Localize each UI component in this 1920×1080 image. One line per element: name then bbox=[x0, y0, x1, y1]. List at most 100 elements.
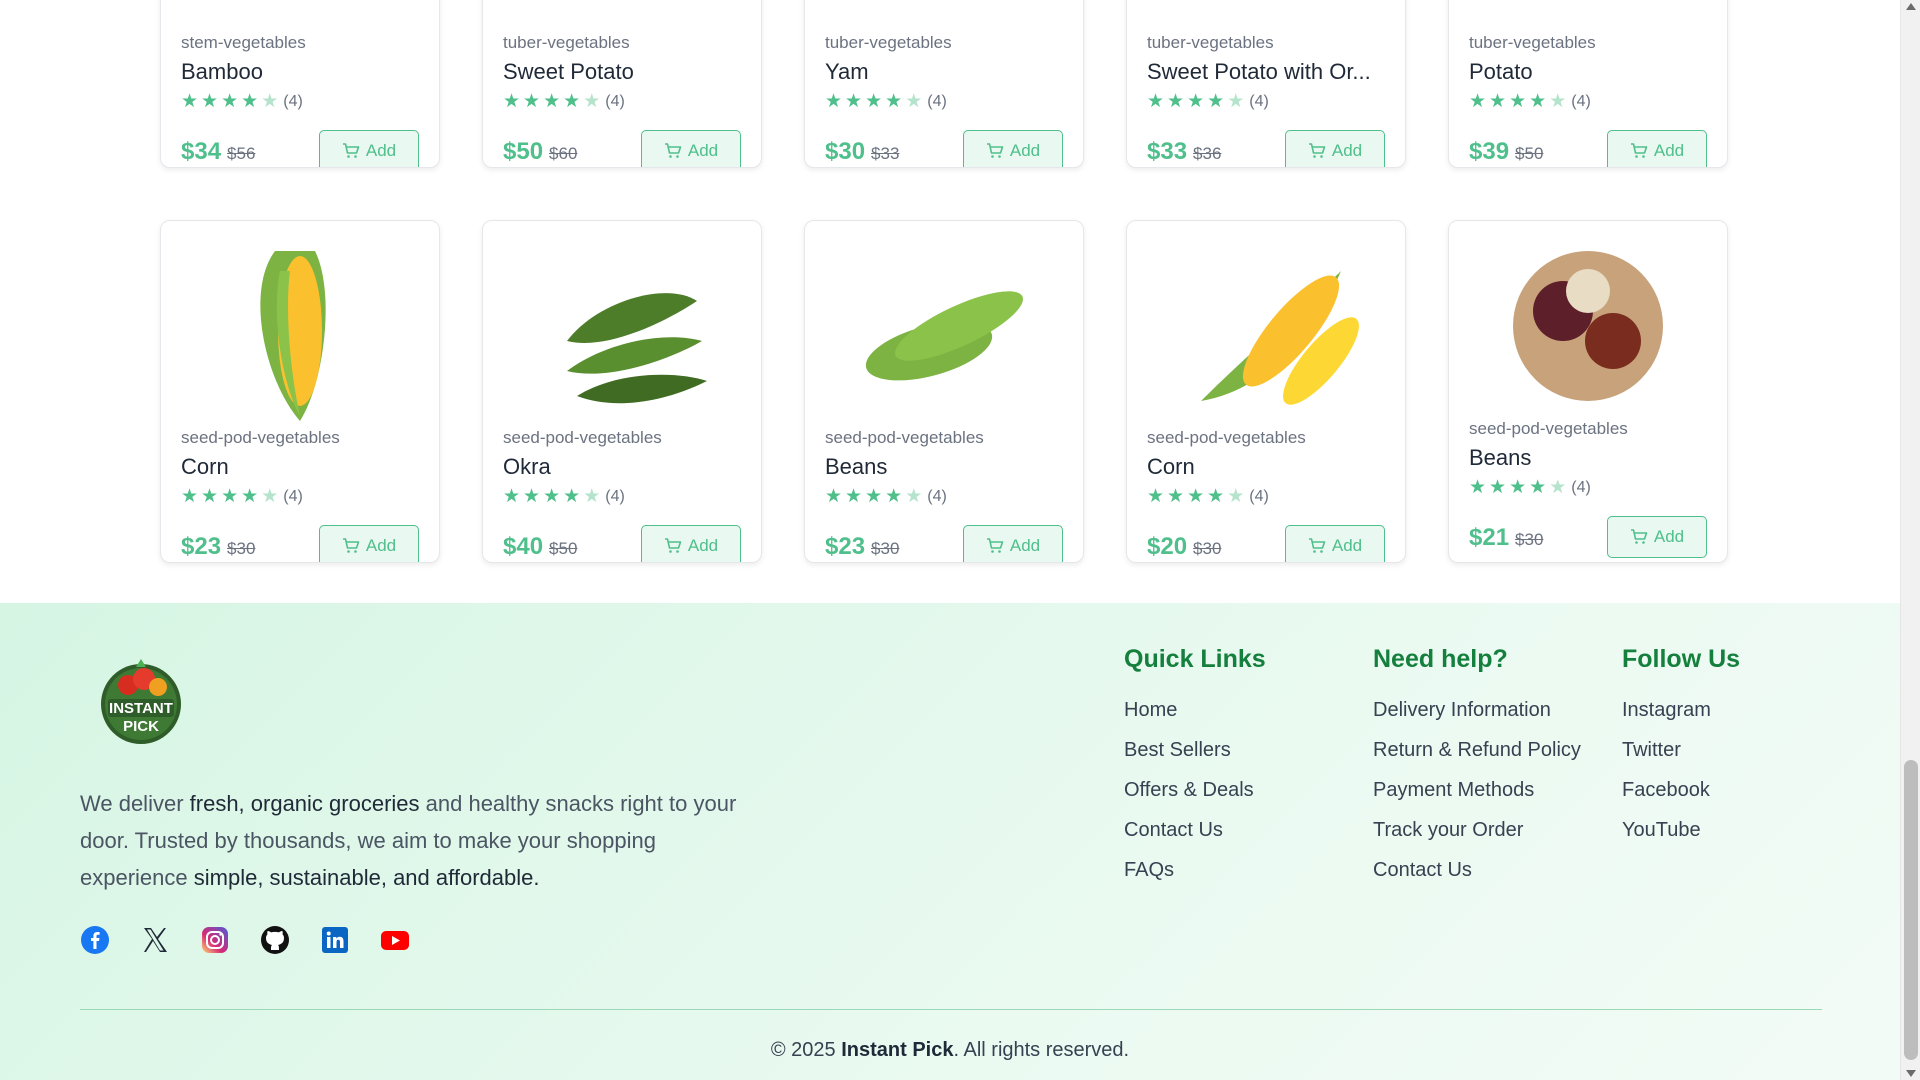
product-name[interactable]: Yam bbox=[825, 59, 1075, 85]
product-image[interactable] bbox=[1171, 231, 1361, 421]
add-to-cart-button[interactable]: Add bbox=[641, 525, 741, 562]
product-name[interactable]: Sweet Potato with Or... bbox=[1147, 59, 1397, 85]
product-image[interactable] bbox=[1171, 0, 1361, 26]
footer-link[interactable]: FAQs bbox=[1124, 856, 1266, 896]
star-icon: ★ bbox=[583, 486, 601, 507]
rating-count: (4) bbox=[283, 487, 303, 505]
product-card[interactable]: seed-pod-vegetables Corn ★ ★ ★ ★ ★ (4) $23 $30 Add bbox=[160, 220, 440, 563]
footer-link[interactable]: Best Sellers bbox=[1124, 736, 1266, 776]
add-to-cart-button[interactable]: Add bbox=[319, 525, 419, 562]
product-rating: ★ ★ ★ ★ ★ (4) bbox=[825, 487, 947, 506]
star-icon: ★ bbox=[181, 91, 199, 112]
star-icon: ★ bbox=[201, 486, 219, 507]
instant-pick-logo[interactable]: INSTANT PICK bbox=[96, 657, 186, 747]
product-name[interactable]: Beans bbox=[1469, 445, 1719, 471]
rating-count: (4) bbox=[605, 92, 625, 110]
add-to-cart-button[interactable]: Add bbox=[1285, 525, 1385, 562]
star-icon: ★ bbox=[1227, 486, 1245, 507]
product-name[interactable]: Sweet Potato bbox=[503, 59, 753, 85]
product-card[interactable]: seed-pod-vegetables Beans ★ ★ ★ ★ ★ (4) $21 $30 Ad… bbox=[1448, 220, 1728, 563]
star-icon: ★ bbox=[885, 486, 903, 507]
linkedin-icon[interactable] bbox=[320, 925, 350, 955]
footer-link[interactable]: Return & Refund Policy bbox=[1373, 736, 1581, 776]
product-category: tuber-vegetables bbox=[1147, 33, 1274, 52]
product-rating: ★ ★ ★ ★ ★ (4) bbox=[503, 92, 625, 111]
product-image[interactable] bbox=[527, 231, 717, 421]
add-button-label: Add bbox=[687, 536, 719, 555]
follow-us-column: Follow Us Instagram Twitter Facebook YouTub… bbox=[1622, 645, 1740, 856]
footer-link[interactable]: Facebook bbox=[1622, 776, 1740, 816]
product-card[interactable]: stem-vegetables Bamboo ★ ★ ★ ★ ★ (4) $34 $56 Add bbox=[160, 0, 440, 168]
product-price: $30 $33 bbox=[825, 138, 899, 166]
current-price: $23 bbox=[181, 533, 222, 560]
footer-link[interactable]: Home bbox=[1124, 696, 1266, 736]
product-card[interactable]: seed-pod-vegetables Corn ★ ★ ★ ★ ★ (4) $20 $30 Add bbox=[1126, 220, 1406, 563]
product-card[interactable]: seed-pod-vegetables Beans ★ ★ ★ ★ ★ (4) $23 $30 Ad… bbox=[804, 220, 1084, 563]
product-name[interactable]: Okra bbox=[503, 454, 753, 480]
product-card[interactable]: tuber-vegetables Sweet Potato with Or... ★… bbox=[1126, 0, 1406, 168]
scroll-down-arrow-icon[interactable] bbox=[1906, 1070, 1916, 1077]
product-image[interactable] bbox=[849, 231, 1039, 421]
footer-link[interactable]: Delivery Information bbox=[1373, 696, 1581, 736]
product-image[interactable] bbox=[205, 231, 395, 421]
scrollbar[interactable] bbox=[1900, 0, 1920, 1080]
footer-link[interactable]: Contact Us bbox=[1373, 856, 1581, 896]
star-icon: ★ bbox=[241, 486, 259, 507]
product-image[interactable] bbox=[205, 0, 395, 26]
product-name[interactable]: Potato bbox=[1469, 59, 1719, 85]
add-to-cart-button[interactable]: Add bbox=[1607, 516, 1707, 558]
add-to-cart-button[interactable]: Add bbox=[1285, 130, 1385, 167]
footer-link[interactable]: Payment Methods bbox=[1373, 776, 1581, 816]
add-to-cart-button[interactable]: Add bbox=[319, 130, 419, 167]
facebook-icon[interactable] bbox=[80, 925, 110, 955]
footer-link[interactable]: Track your Order bbox=[1373, 816, 1581, 856]
product-name[interactable]: Corn bbox=[181, 454, 431, 480]
star-icon: ★ bbox=[1167, 486, 1185, 507]
product-card[interactable]: tuber-vegetables Potato ★ ★ ★ ★ ★ (4) $39 $50 Add bbox=[1448, 0, 1728, 168]
product-image[interactable] bbox=[1493, 231, 1683, 421]
star-icon: ★ bbox=[1489, 477, 1507, 498]
star-icon: ★ bbox=[1529, 477, 1547, 498]
star-icon: ★ bbox=[1509, 477, 1527, 498]
product-category: seed-pod-vegetables bbox=[503, 428, 662, 447]
footer-link[interactable]: YouTube bbox=[1622, 816, 1740, 856]
github-icon[interactable] bbox=[260, 925, 290, 955]
footer-link[interactable]: Offers & Deals bbox=[1124, 776, 1266, 816]
add-to-cart-button[interactable]: Add bbox=[641, 130, 741, 167]
star-icon: ★ bbox=[1147, 91, 1165, 112]
footer-link[interactable]: Contact Us bbox=[1124, 816, 1266, 856]
star-icon: ★ bbox=[1147, 486, 1165, 507]
old-price: $30 bbox=[1193, 539, 1222, 558]
star-icon: ★ bbox=[563, 486, 581, 507]
instagram-icon[interactable] bbox=[200, 925, 230, 955]
youtube-icon[interactable] bbox=[380, 925, 410, 955]
quick-links-column: Quick Links Home Best Sellers Offers & Dea… bbox=[1124, 645, 1266, 896]
product-card[interactable]: tuber-vegetables Yam ★ ★ ★ ★ ★ (4) $30 $33 Add bbox=[804, 0, 1084, 168]
product-card[interactable]: seed-pod-vegetables Okra ★ ★ ★ ★ ★ (4) $40 $50 Add bbox=[482, 220, 762, 563]
footer-link[interactable]: Twitter bbox=[1622, 736, 1740, 776]
star-icon: ★ bbox=[181, 486, 199, 507]
add-to-cart-button[interactable]: Add bbox=[1607, 130, 1707, 167]
footer-link[interactable]: Instagram bbox=[1622, 696, 1740, 736]
product-rating: ★ ★ ★ ★ ★ (4) bbox=[503, 487, 625, 506]
add-to-cart-button[interactable]: Add bbox=[963, 130, 1063, 167]
svg-text:PICK: PICK bbox=[123, 718, 159, 735]
product-name[interactable]: Beans bbox=[825, 454, 1075, 480]
product-image[interactable] bbox=[849, 0, 1039, 26]
add-to-cart-button[interactable]: Add bbox=[963, 525, 1063, 562]
scrollbar-thumb[interactable] bbox=[1904, 760, 1918, 1060]
product-name[interactable]: Corn bbox=[1147, 454, 1397, 480]
product-image[interactable] bbox=[527, 0, 717, 26]
product-image[interactable] bbox=[1493, 0, 1683, 26]
x-twitter-icon[interactable] bbox=[140, 925, 170, 955]
product-price: $23 $30 bbox=[181, 533, 255, 561]
scroll-up-arrow-icon[interactable] bbox=[1906, 3, 1916, 10]
product-category: seed-pod-vegetables bbox=[825, 428, 984, 447]
old-price: $30 bbox=[1515, 530, 1544, 549]
product-name[interactable]: Bamboo bbox=[181, 59, 431, 85]
product-card[interactable]: tuber-vegetables Sweet Potato ★ ★ ★ ★ ★ (4) $50 $… bbox=[482, 0, 762, 168]
product-price: $40 $50 bbox=[503, 533, 577, 561]
cart-icon bbox=[1308, 143, 1326, 158]
product-category: tuber-vegetables bbox=[825, 33, 952, 52]
product-category: seed-pod-vegetables bbox=[1469, 419, 1628, 438]
